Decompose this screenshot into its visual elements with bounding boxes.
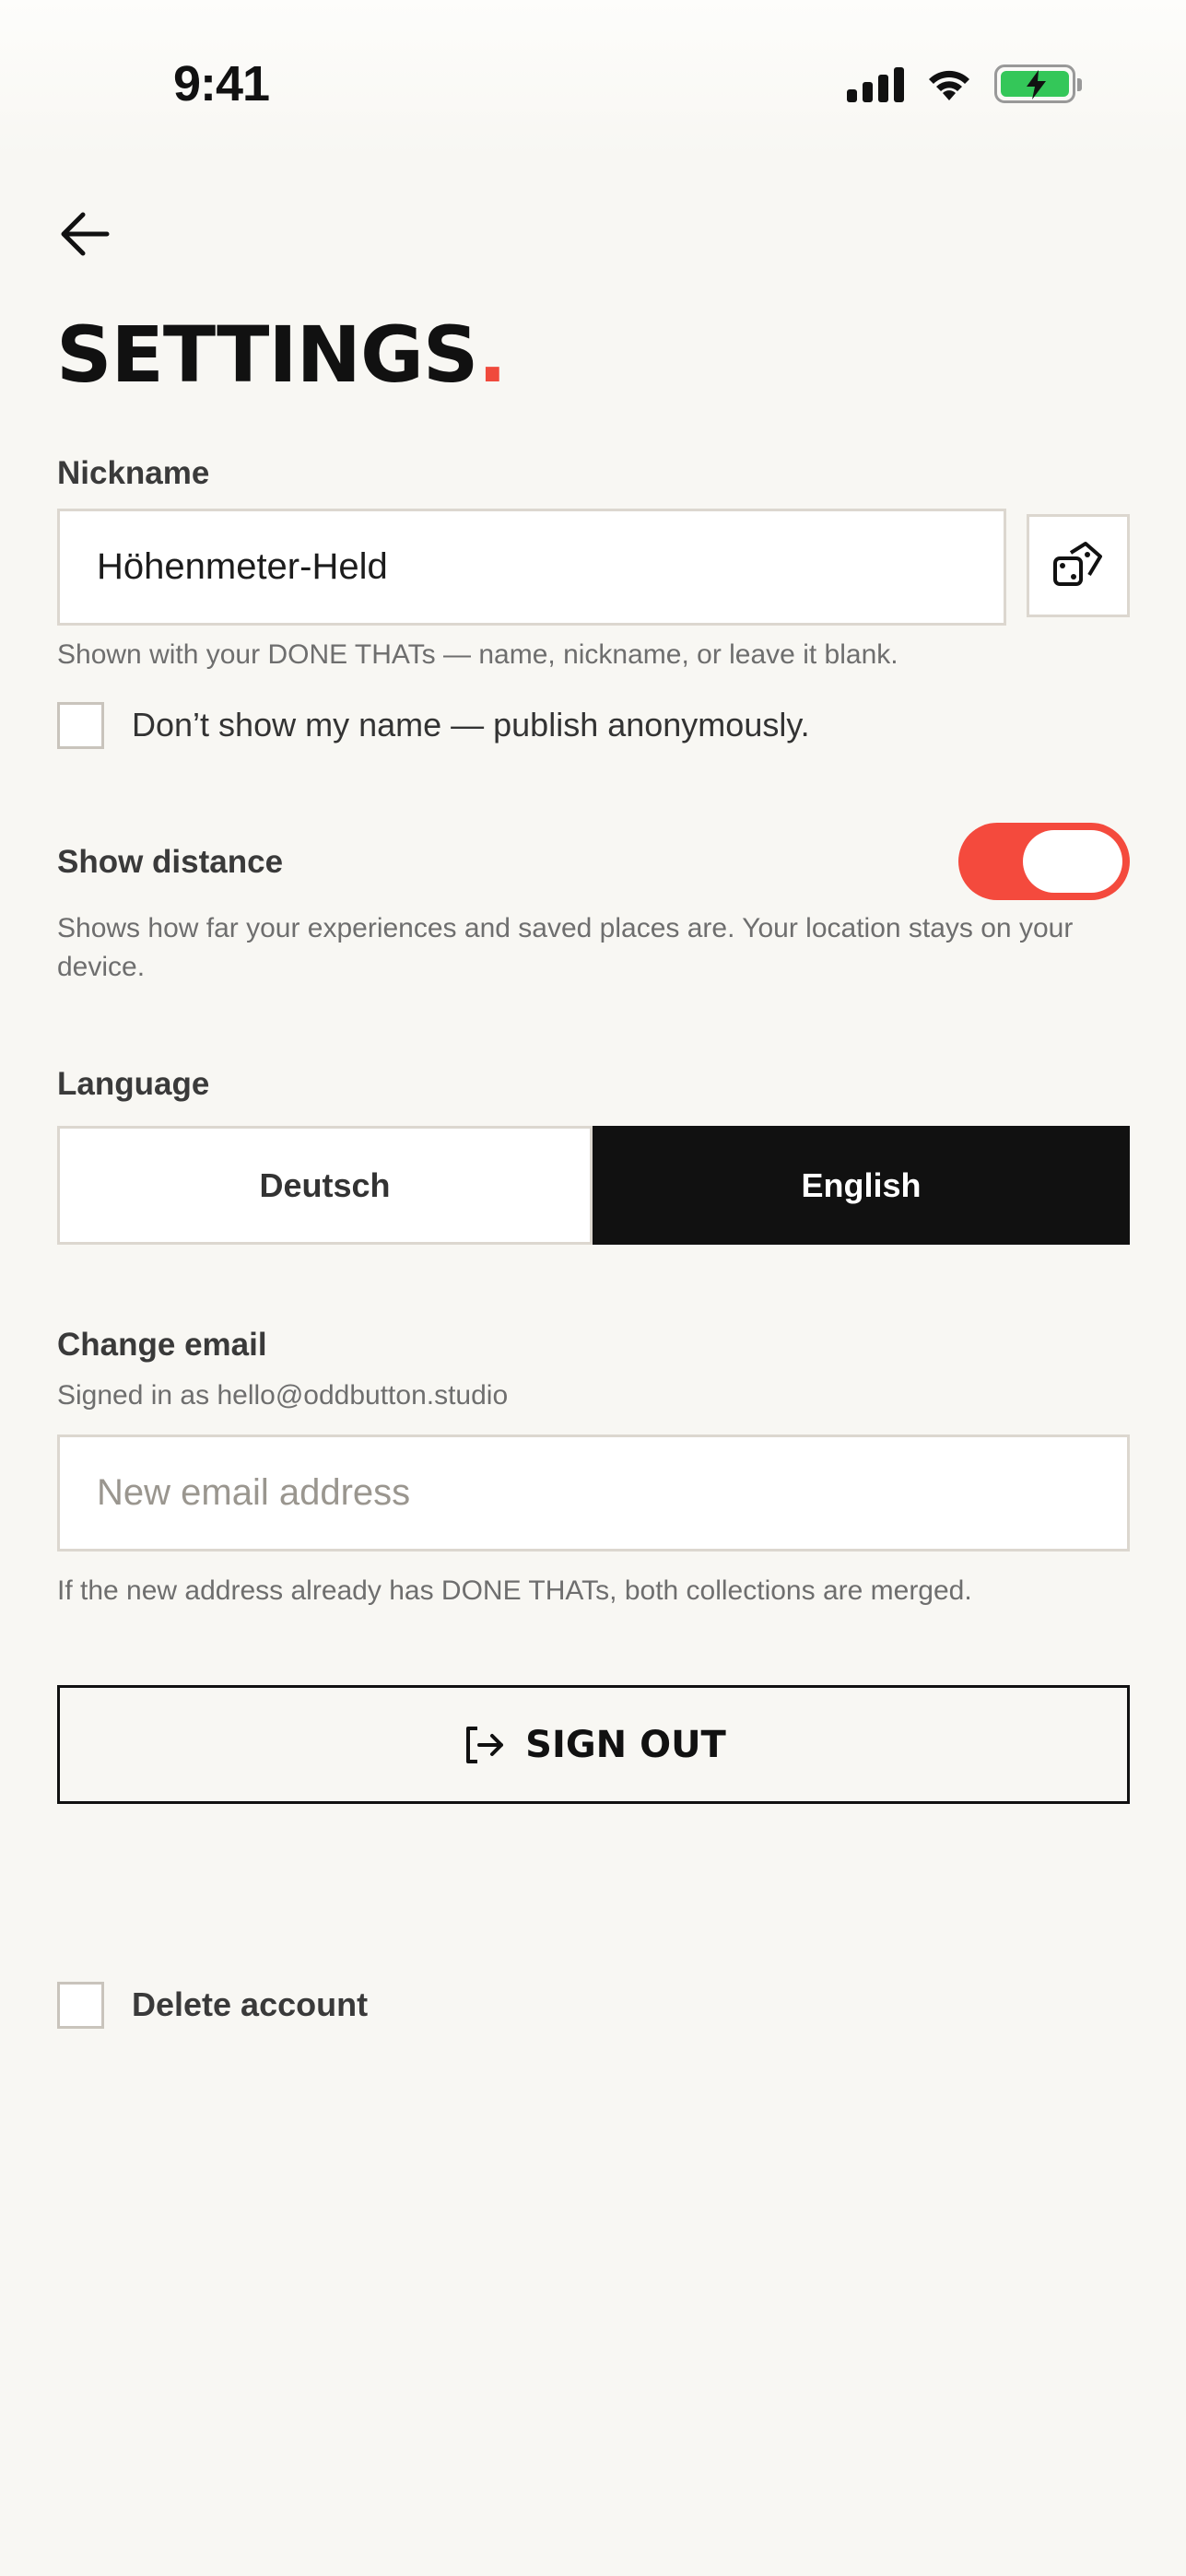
- show-distance-toggle[interactable]: [958, 823, 1130, 900]
- cellular-signal-icon: [847, 65, 904, 102]
- language-label: Language: [57, 1066, 210, 1102]
- signed-in-as-text: Signed in as hello@oddbutton.studio: [57, 1380, 509, 1411]
- new-email-input[interactable]: New email address: [57, 1434, 1130, 1551]
- status-time: 9:41: [173, 56, 270, 111]
- status-bar: 9:41: [0, 0, 1186, 157]
- language-option-deutsch[interactable]: Deutsch: [57, 1126, 593, 1245]
- change-email-hint: If the new address already has DONE THAT…: [57, 1575, 972, 1606]
- toggle-knob: [1023, 830, 1122, 893]
- randomize-nickname-button[interactable]: [1027, 514, 1130, 617]
- arrow-left-icon: [61, 212, 110, 256]
- show-distance-label: Show distance: [57, 844, 284, 880]
- title-accent-dot: .: [477, 310, 507, 400]
- change-email-label: Change email: [57, 1327, 267, 1363]
- nickname-hint: Shown with your DONE THATs — name, nickn…: [57, 639, 898, 670]
- language-option-english[interactable]: English: [593, 1126, 1130, 1245]
- show-distance-hint: Shows how far your experiences and saved…: [57, 913, 1074, 982]
- wifi-icon: [929, 70, 969, 100]
- back-button[interactable]: [55, 205, 114, 263]
- anonymous-checkbox[interactable]: [57, 702, 104, 749]
- sign-out-icon: [466, 1726, 504, 1763]
- page-title: SETTINGS.: [56, 310, 507, 400]
- delete-account-label[interactable]: Delete account: [132, 1985, 368, 2024]
- sign-out-button[interactable]: SIGN OUT: [57, 1685, 1130, 1804]
- status-icons: [847, 64, 1082, 103]
- battery-icon: [994, 64, 1082, 103]
- delete-account-checkbox[interactable]: [57, 1982, 104, 2029]
- nickname-input[interactable]: Höhenmeter-Held: [57, 509, 1006, 626]
- anonymous-label: Don’t show my name — publish anonymously…: [132, 706, 810, 744]
- dice-icon: [1053, 542, 1102, 586]
- nickname-label: Nickname: [57, 455, 210, 491]
- sign-out-label: SIGN OUT: [525, 1723, 726, 1766]
